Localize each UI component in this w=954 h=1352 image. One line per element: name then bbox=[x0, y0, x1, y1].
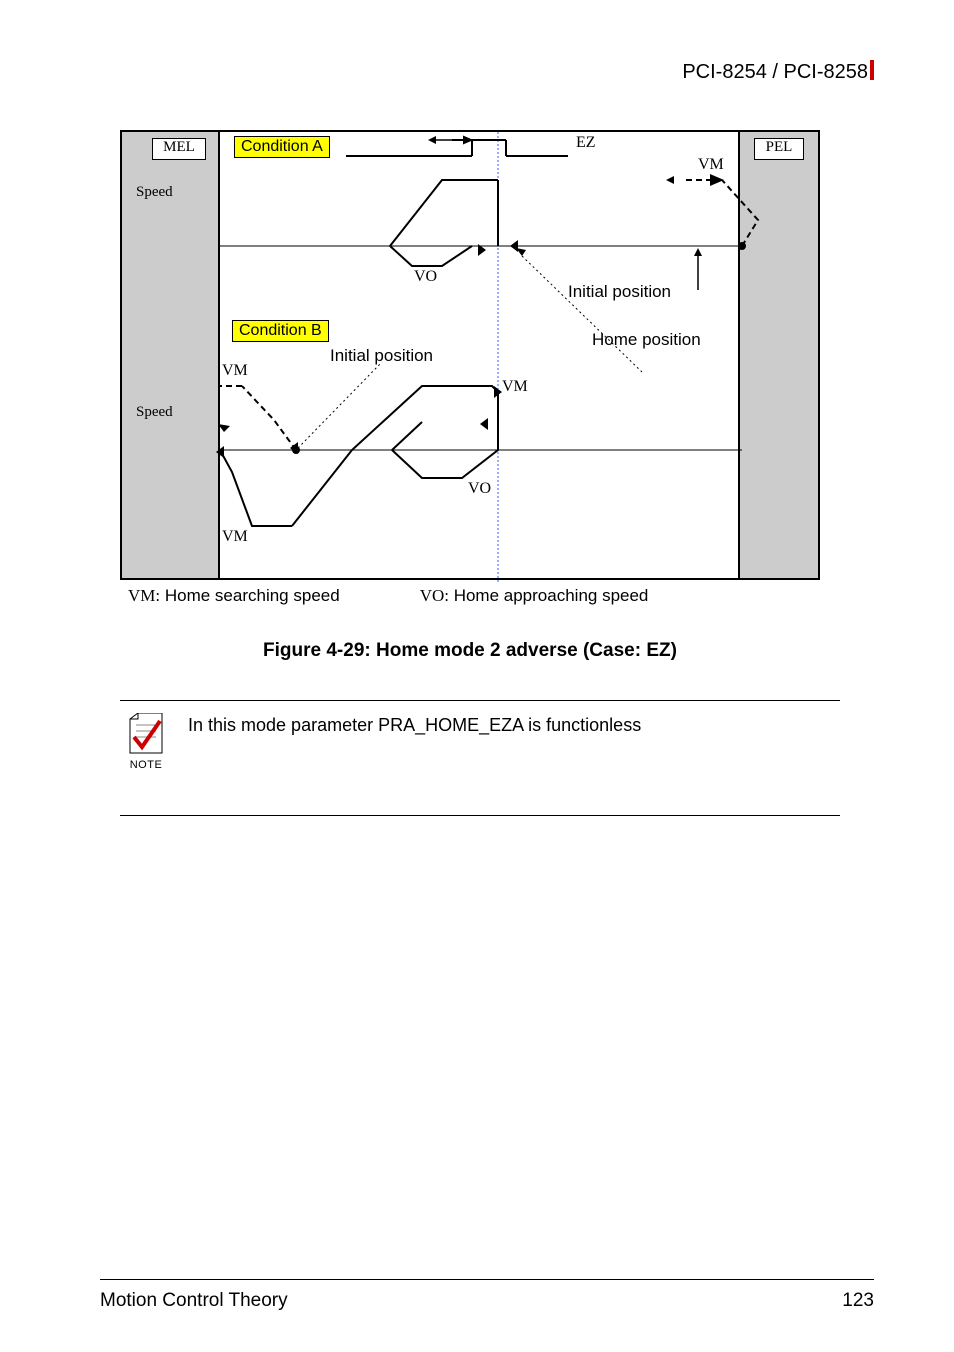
figure-block: MEL PEL Condition A Condition B Speed Sp… bbox=[120, 130, 820, 662]
vm-marker: VM: bbox=[128, 586, 160, 605]
footer-section: Motion Control Theory bbox=[100, 1290, 288, 1312]
header-title: PCI-8254 / PCI-8258 bbox=[682, 61, 868, 83]
figure-caption: Figure 4-29: Home mode 2 adverse (Case: … bbox=[120, 640, 820, 662]
legend-vm: VM: Home searching speed bbox=[128, 586, 340, 606]
vm-desc: Home searching speed bbox=[165, 586, 340, 605]
footer-page-number: 123 bbox=[842, 1290, 874, 1312]
note-icon-wrap: NOTE bbox=[120, 713, 172, 771]
vo-desc: Home approaching speed bbox=[454, 586, 649, 605]
page-footer: Motion Control Theory 123 bbox=[100, 1279, 874, 1312]
legend-vo: VO: Home approaching speed bbox=[420, 586, 649, 606]
header-accent-bar bbox=[870, 60, 874, 80]
note-block: NOTE In this mode parameter PRA_HOME_EZA… bbox=[120, 700, 840, 816]
home-mode-diagram: MEL PEL Condition A Condition B Speed Sp… bbox=[120, 130, 820, 580]
note-checkmark-icon bbox=[124, 713, 168, 757]
diagram-legend: VM: Home searching speed VO: Home approa… bbox=[120, 586, 820, 606]
page-header: PCI-8254 / PCI-8258 bbox=[682, 60, 874, 84]
note-text: In this mode parameter PRA_HOME_EZA is f… bbox=[188, 713, 641, 771]
diagram-svg bbox=[122, 132, 822, 582]
note-label: NOTE bbox=[120, 759, 172, 771]
vo-marker: VO: bbox=[420, 586, 449, 605]
